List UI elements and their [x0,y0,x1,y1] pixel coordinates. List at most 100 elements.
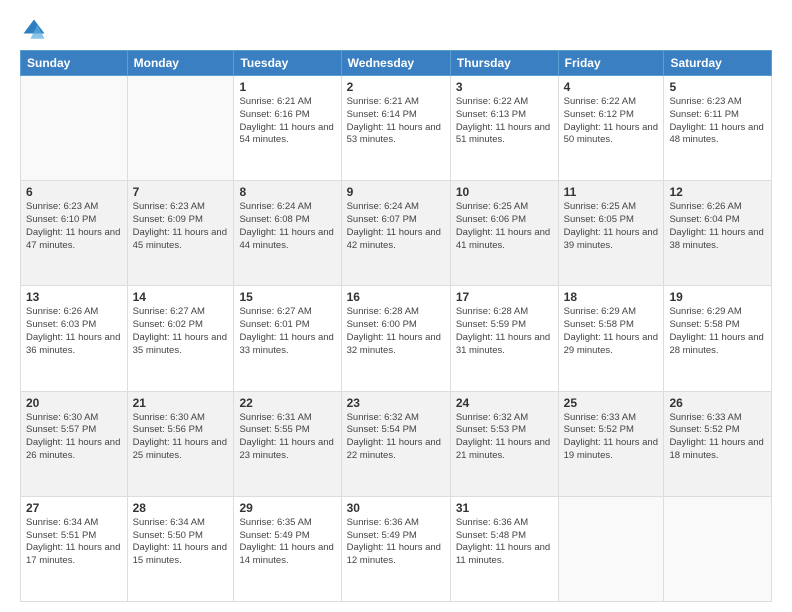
calendar-day: 11Sunrise: 6:25 AM Sunset: 6:05 PM Dayli… [558,181,664,286]
calendar-day: 8 Sunrise: 6:24 AM Sunset: 6:08 PM Daylig… [234,181,341,286]
day-number: 24 [456,396,553,410]
day-detail: Sunrise: 6:23 AM Sunset: 6:11 PM Dayligh… [669,96,766,147]
calendar-day: 22 Sunrise: 6:31 AM Sunset: 5:55 PM Dayli… [234,391,341,496]
calendar-day: 1 Sunrise: 6:21 AM Sunset: 6:16 PM Daylig… [234,76,341,181]
calendar-day: 12Sunrise: 6:26 AM Sunset: 6:04 PM Dayli… [664,181,772,286]
day-number: 20 [26,396,122,410]
weekday-header: Monday [127,51,234,76]
day-number: 11 [564,185,659,199]
header [20,16,772,44]
calendar-day: 20Sunrise: 6:30 AM Sunset: 5:57 PM Dayli… [21,391,128,496]
day-detail: Sunrise: 6:36 AM Sunset: 5:48 PM Dayligh… [456,517,553,568]
logo [20,16,50,44]
calendar-day: 5 Sunrise: 6:23 AM Sunset: 6:11 PM Daylig… [664,76,772,181]
calendar-week-row: 1 Sunrise: 6:21 AM Sunset: 6:16 PM Daylig… [21,76,772,181]
day-number: 8 [239,185,335,199]
day-number: 2 [347,80,445,94]
page: SundayMondayTuesdayWednesdayThursdayFrid… [0,0,792,612]
day-number: 3 [456,80,553,94]
calendar-day: 7Sunrise: 6:23 AM Sunset: 6:09 PM Daylig… [127,181,234,286]
day-number: 4 [564,80,659,94]
day-number: 13 [26,290,122,304]
calendar-day: 19Sunrise: 6:29 AM Sunset: 5:58 PM Dayli… [664,286,772,391]
calendar-day [664,496,772,601]
day-detail: Sunrise: 6:27 AM Sunset: 6:02 PM Dayligh… [133,306,229,357]
calendar-day [558,496,664,601]
day-number: 29 [239,501,335,515]
day-number: 18 [564,290,659,304]
calendar-table: SundayMondayTuesdayWednesdayThursdayFrid… [20,50,772,602]
calendar-day: 14Sunrise: 6:27 AM Sunset: 6:02 PM Dayli… [127,286,234,391]
day-number: 7 [133,185,229,199]
day-number: 10 [456,185,553,199]
day-detail: Sunrise: 6:33 AM Sunset: 5:52 PM Dayligh… [669,412,766,463]
day-number: 17 [456,290,553,304]
calendar-day: 17 Sunrise: 6:28 AM Sunset: 5:59 PM Dayli… [450,286,558,391]
day-number: 26 [669,396,766,410]
calendar-day: 21 Sunrise: 6:30 AM Sunset: 5:56 PM Dayli… [127,391,234,496]
calendar-week-row: 13 Sunrise: 6:26 AM Sunset: 6:03 PM Dayli… [21,286,772,391]
weekday-header: Saturday [664,51,772,76]
day-detail: Sunrise: 6:24 AM Sunset: 6:08 PM Dayligh… [239,201,335,252]
logo-icon [20,16,48,44]
calendar-week-row: 20Sunrise: 6:30 AM Sunset: 5:57 PM Dayli… [21,391,772,496]
calendar-day: 16Sunrise: 6:28 AM Sunset: 6:00 PM Dayli… [341,286,450,391]
calendar-day: 25 Sunrise: 6:33 AM Sunset: 5:52 PM Dayli… [558,391,664,496]
day-detail: Sunrise: 6:30 AM Sunset: 5:56 PM Dayligh… [133,412,229,463]
day-detail: Sunrise: 6:34 AM Sunset: 5:51 PM Dayligh… [26,517,122,568]
calendar-day: 29 Sunrise: 6:35 AM Sunset: 5:49 PM Dayli… [234,496,341,601]
day-number: 27 [26,501,122,515]
day-detail: Sunrise: 6:28 AM Sunset: 5:59 PM Dayligh… [456,306,553,357]
day-number: 22 [239,396,335,410]
calendar-day: 15Sunrise: 6:27 AM Sunset: 6:01 PM Dayli… [234,286,341,391]
calendar-week-row: 27 Sunrise: 6:34 AM Sunset: 5:51 PM Dayli… [21,496,772,601]
day-detail: Sunrise: 6:32 AM Sunset: 5:53 PM Dayligh… [456,412,553,463]
calendar-day: 28 Sunrise: 6:34 AM Sunset: 5:50 PM Dayli… [127,496,234,601]
calendar-week-row: 6 Sunrise: 6:23 AM Sunset: 6:10 PM Daylig… [21,181,772,286]
calendar-day: 27 Sunrise: 6:34 AM Sunset: 5:51 PM Dayli… [21,496,128,601]
day-number: 6 [26,185,122,199]
day-detail: Sunrise: 6:27 AM Sunset: 6:01 PM Dayligh… [239,306,335,357]
day-number: 16 [347,290,445,304]
day-detail: Sunrise: 6:23 AM Sunset: 6:10 PM Dayligh… [26,201,122,252]
calendar-day: 23 Sunrise: 6:32 AM Sunset: 5:54 PM Dayli… [341,391,450,496]
day-number: 9 [347,185,445,199]
day-detail: Sunrise: 6:32 AM Sunset: 5:54 PM Dayligh… [347,412,445,463]
day-detail: Sunrise: 6:34 AM Sunset: 5:50 PM Dayligh… [133,517,229,568]
calendar-day [127,76,234,181]
day-detail: Sunrise: 6:26 AM Sunset: 6:03 PM Dayligh… [26,306,122,357]
day-detail: Sunrise: 6:21 AM Sunset: 6:16 PM Dayligh… [239,96,335,147]
day-number: 25 [564,396,659,410]
calendar-day: 2 Sunrise: 6:21 AM Sunset: 6:14 PM Daylig… [341,76,450,181]
calendar-day: 24 Sunrise: 6:32 AM Sunset: 5:53 PM Dayli… [450,391,558,496]
weekday-header: Thursday [450,51,558,76]
calendar-day: 26 Sunrise: 6:33 AM Sunset: 5:52 PM Dayli… [664,391,772,496]
day-number: 23 [347,396,445,410]
day-detail: Sunrise: 6:29 AM Sunset: 5:58 PM Dayligh… [564,306,659,357]
calendar-day: 6 Sunrise: 6:23 AM Sunset: 6:10 PM Daylig… [21,181,128,286]
day-detail: Sunrise: 6:21 AM Sunset: 6:14 PM Dayligh… [347,96,445,147]
day-detail: Sunrise: 6:24 AM Sunset: 6:07 PM Dayligh… [347,201,445,252]
calendar-day: 9 Sunrise: 6:24 AM Sunset: 6:07 PM Daylig… [341,181,450,286]
day-number: 5 [669,80,766,94]
day-number: 19 [669,290,766,304]
day-number: 28 [133,501,229,515]
day-detail: Sunrise: 6:35 AM Sunset: 5:49 PM Dayligh… [239,517,335,568]
calendar-day: 3 Sunrise: 6:22 AM Sunset: 6:13 PM Daylig… [450,76,558,181]
day-number: 21 [133,396,229,410]
day-detail: Sunrise: 6:22 AM Sunset: 6:13 PM Dayligh… [456,96,553,147]
day-detail: Sunrise: 6:31 AM Sunset: 5:55 PM Dayligh… [239,412,335,463]
weekday-header: Tuesday [234,51,341,76]
calendar-day: 30Sunrise: 6:36 AM Sunset: 5:49 PM Dayli… [341,496,450,601]
calendar-day: 31Sunrise: 6:36 AM Sunset: 5:48 PM Dayli… [450,496,558,601]
day-number: 30 [347,501,445,515]
day-detail: Sunrise: 6:33 AM Sunset: 5:52 PM Dayligh… [564,412,659,463]
weekday-header-row: SundayMondayTuesdayWednesdayThursdayFrid… [21,51,772,76]
calendar-day: 4Sunrise: 6:22 AM Sunset: 6:12 PM Daylig… [558,76,664,181]
day-number: 1 [239,80,335,94]
weekday-header: Friday [558,51,664,76]
calendar-day: 10 Sunrise: 6:25 AM Sunset: 6:06 PM Dayli… [450,181,558,286]
calendar-day: 13 Sunrise: 6:26 AM Sunset: 6:03 PM Dayli… [21,286,128,391]
day-detail: Sunrise: 6:25 AM Sunset: 6:06 PM Dayligh… [456,201,553,252]
day-detail: Sunrise: 6:26 AM Sunset: 6:04 PM Dayligh… [669,201,766,252]
